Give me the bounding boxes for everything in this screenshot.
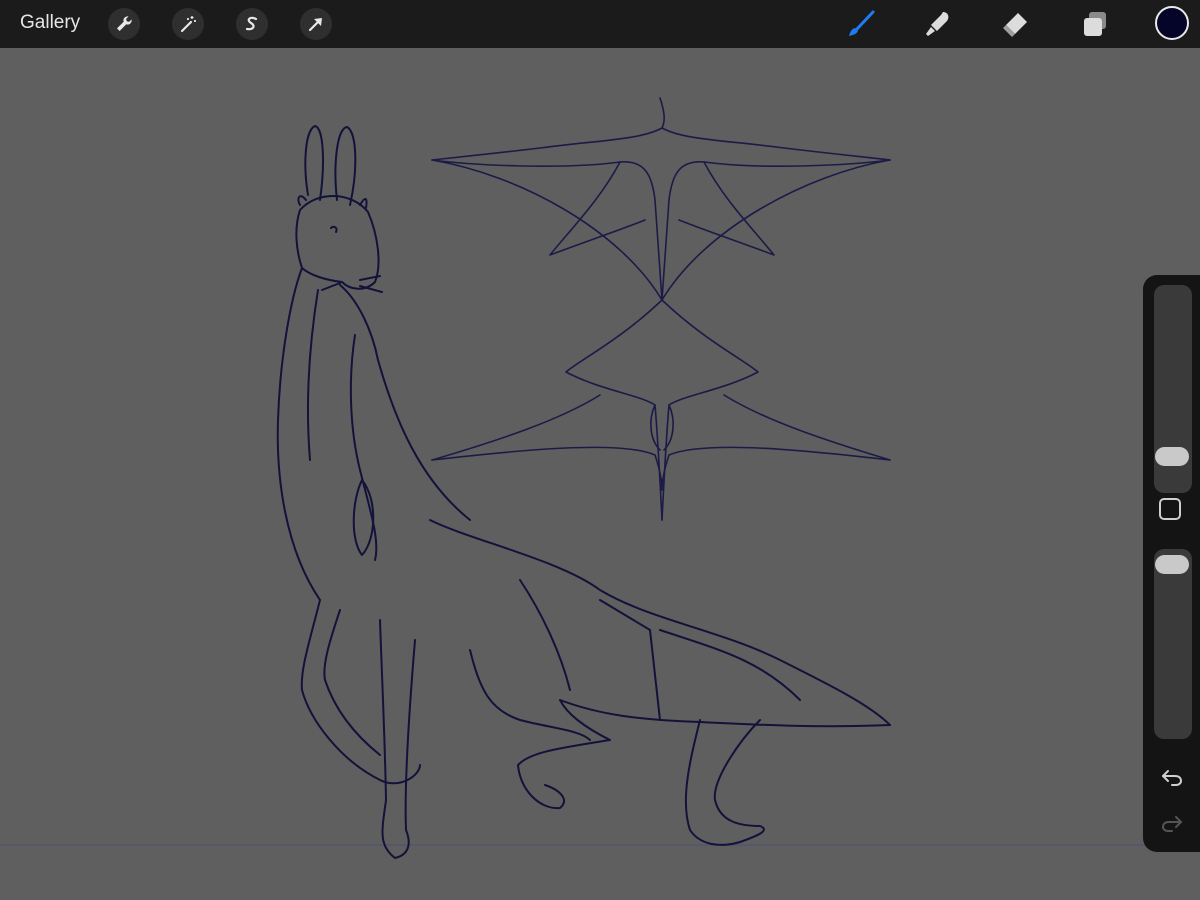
undo-icon	[1162, 770, 1183, 786]
brush-size-handle[interactable]	[1155, 447, 1189, 466]
smudge-icon	[926, 12, 949, 36]
layers-button[interactable]	[1077, 6, 1113, 42]
redo-button[interactable]	[1157, 808, 1187, 838]
redo-icon	[1161, 816, 1182, 832]
selection-s-icon	[245, 16, 258, 31]
brush-tool-button[interactable]	[843, 6, 879, 42]
adjustments-button[interactable]	[172, 8, 204, 40]
color-swatch[interactable]	[1155, 6, 1189, 40]
selection-button[interactable]	[236, 8, 268, 40]
opacity-slider[interactable]	[1154, 549, 1192, 739]
eraser-icon	[1003, 13, 1027, 37]
layers-icon	[1084, 12, 1106, 36]
modify-button[interactable]	[1159, 498, 1181, 520]
transform-arrow-icon	[308, 18, 322, 32]
sketch-artwork	[0, 97, 1145, 859]
undo-button[interactable]	[1157, 762, 1187, 792]
gallery-button[interactable]: Gallery	[20, 12, 80, 34]
drawing-canvas[interactable]	[0, 48, 1200, 900]
wrench-icon	[117, 16, 132, 31]
creature-sketch	[276, 125, 891, 859]
pterosaur-sketch	[431, 97, 891, 521]
eraser-tool-button[interactable]	[997, 6, 1033, 42]
magic-wand-icon	[180, 16, 196, 33]
transform-button[interactable]	[300, 8, 332, 40]
top-toolbar: Gallery	[0, 0, 1200, 48]
brush-icon	[849, 10, 875, 36]
side-toolbar	[1143, 275, 1200, 852]
actions-wrench-button[interactable]	[108, 8, 140, 40]
smudge-tool-button[interactable]	[920, 6, 956, 42]
opacity-handle[interactable]	[1155, 555, 1189, 574]
